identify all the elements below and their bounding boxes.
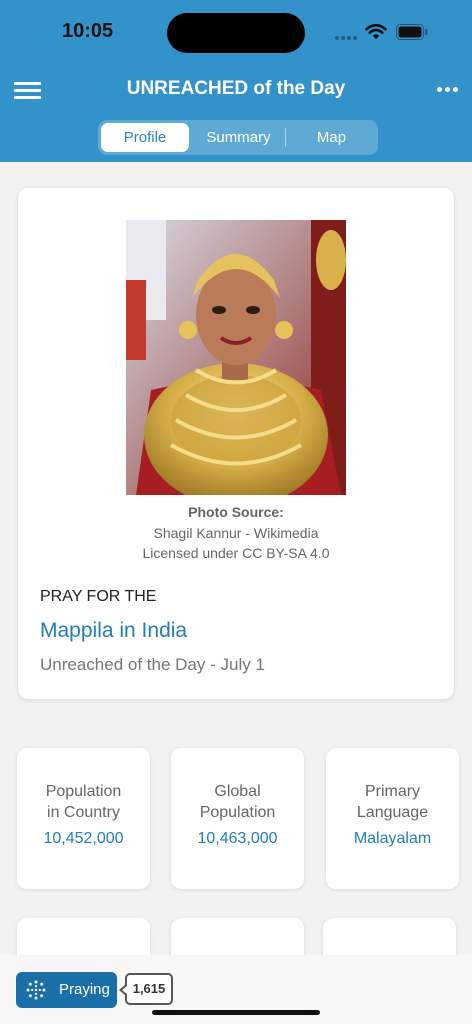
segment-divider <box>285 128 286 147</box>
stat-value: 10,452,000 <box>43 830 124 847</box>
segmented-control: Profile Summary Map <box>98 120 378 155</box>
profile-card: Photo Source: Shagil Kannur - Wikimedia … <box>18 188 454 699</box>
unreached-date-subtitle: Unreached of the Day - July 1 <box>40 655 265 674</box>
stat-label: Primary Language <box>356 783 429 821</box>
cellular-signal-icon <box>335 36 357 41</box>
stat-card-global-population: Global Population 10,463,000 <box>171 748 304 889</box>
page-title: UNREACHED of the Day <box>126 78 346 99</box>
photo-source-label: Photo Source: <box>188 504 284 520</box>
people-group-link[interactable]: Mappila in India <box>40 619 187 643</box>
status-time: 10:05 <box>62 20 114 42</box>
stat-value: Malayalam <box>353 830 432 847</box>
photo-author: Shagil Kannur - Wikimedia <box>153 525 319 541</box>
app-header: 10:05 UNREACHED of the Day Profile Summa… <box>0 0 472 162</box>
praying-button[interactable]: Praying <box>16 972 117 1008</box>
praying-count-badge: 1,615 <box>119 973 173 1005</box>
stat-card-population-country: Population in Country 10,452,000 <box>17 748 150 889</box>
praying-label: Praying <box>59 981 110 998</box>
pray-for-label: PRAY FOR THE <box>40 588 157 605</box>
wifi-icon <box>365 24 387 39</box>
more-options-icon[interactable] <box>435 84 459 94</box>
stat-label: Population in Country <box>45 783 122 821</box>
stat-card-primary-language: Primary Language Malayalam <box>326 748 459 889</box>
photo-license: Licensed under CC BY-SA 4.0 <box>142 545 330 561</box>
stat-value: 10,463,000 <box>197 830 278 847</box>
dynamic-island <box>167 13 305 53</box>
stat-label: Global Population <box>199 783 276 821</box>
battery-icon <box>396 24 428 40</box>
tab-map[interactable]: Map <box>288 123 375 152</box>
tab-summary[interactable]: Summary <box>193 123 284 152</box>
tab-profile[interactable]: Profile <box>101 123 189 152</box>
praying-icon <box>26 980 46 1000</box>
people-group-photo <box>126 220 346 495</box>
home-indicator <box>152 1010 320 1015</box>
